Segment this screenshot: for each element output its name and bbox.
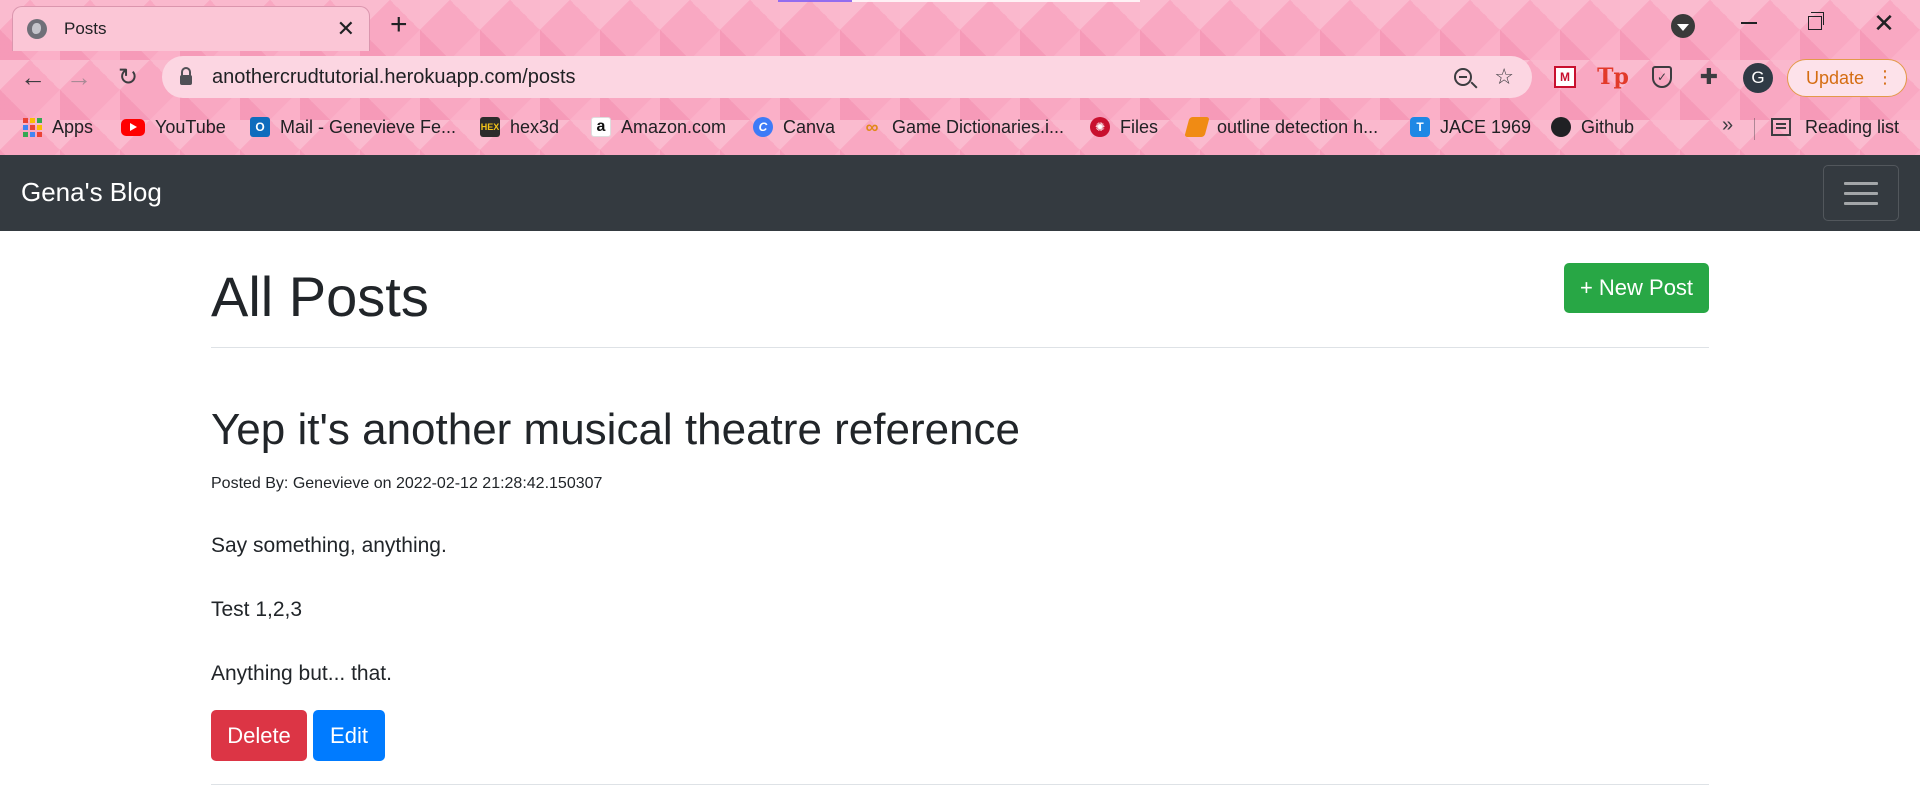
outline-detection-icon (1184, 117, 1210, 137)
extensions-puzzle-icon[interactable]: ✚ (1694, 62, 1724, 92)
bookmarks-divider (1754, 118, 1755, 140)
delete-post-button[interactable]: Delete (211, 710, 307, 761)
window-minimize-button[interactable] (1734, 8, 1764, 38)
post-body-line: Test 1,2,3 (211, 598, 303, 621)
bookmarks-overflow-chevron-icon[interactable]: » (1722, 114, 1733, 137)
youtube-icon (121, 118, 145, 136)
outlook-icon: O (250, 117, 270, 137)
browser-chrome: Posts ✕ + ✕ ← → ↻ anothercrudtutorial.he… (0, 0, 1920, 155)
lock-icon[interactable] (180, 67, 192, 85)
reload-icon[interactable]: ↻ (113, 62, 143, 92)
update-button[interactable]: Update ⋮ (1787, 59, 1907, 97)
bookmark-hex3d[interactable]: HEX hex3d (480, 114, 559, 140)
bookmark-amazon[interactable]: a Amazon.com (591, 114, 726, 140)
globe-icon (27, 19, 47, 39)
files-icon: ✺ (1090, 117, 1110, 137)
profile-avatar[interactable]: G (1743, 63, 1773, 93)
url-text[interactable]: anothercrudtutorial.herokuapp.com/posts (212, 66, 1454, 89)
update-label: Update (1806, 67, 1865, 88)
bookmark-apps[interactable]: Apps (22, 114, 93, 140)
bookmark-canva[interactable]: C Canva (753, 114, 835, 140)
zoom-out-icon[interactable] (1454, 68, 1473, 86)
shield-extension-icon[interactable]: ✓ (1647, 62, 1677, 92)
canva-icon: C (753, 117, 773, 137)
reading-list-button[interactable]: Reading list (1771, 114, 1899, 140)
tab-title: Posts (64, 19, 107, 38)
reading-list-icon (1771, 118, 1791, 136)
tp-extension-icon[interactable]: Tp (1597, 62, 1629, 92)
window-restore-button[interactable] (1800, 8, 1830, 38)
new-post-button[interactable]: + New Post (1564, 263, 1709, 313)
browser-toolbar: ← → ↻ anothercrudtutorial.herokuapp.com/… (0, 52, 1920, 102)
post-meta: Posted By: Genevieve on 2022-02-12 21:28… (211, 475, 603, 492)
bookmark-jace[interactable]: T JACE 1969 (1410, 114, 1531, 140)
divider (211, 784, 1709, 785)
bookmark-game-dictionaries[interactable]: ∞ Game Dictionaries.i... (862, 114, 1064, 140)
browser-tab-posts[interactable]: Posts ✕ (12, 6, 370, 51)
back-arrow-icon[interactable]: ← (18, 62, 48, 92)
page-title: All Posts (211, 265, 429, 328)
tab-close-icon[interactable]: ✕ (337, 18, 355, 40)
mcafee-extension-icon[interactable]: M (1550, 62, 1580, 92)
kebab-menu-icon[interactable]: ⋮ (1876, 68, 1894, 86)
navbar-toggle-menu-icon[interactable] (1823, 165, 1899, 221)
hex3d-icon: HEX (480, 117, 500, 137)
bookmark-youtube[interactable]: YouTube (121, 114, 226, 140)
post-body-line: Anything but... that. (211, 662, 392, 685)
bookmark-outline-detection[interactable]: outline detection h... (1184, 114, 1378, 140)
post-title: Yep it's another musical theatre referen… (211, 405, 1021, 454)
forward-arrow-icon[interactable]: → (64, 62, 94, 92)
amazon-icon: a (591, 117, 611, 137)
site-navbar: Gena's Blog (0, 155, 1920, 231)
apps-grid-icon (22, 117, 42, 137)
bookmark-files[interactable]: ✺ Files (1090, 114, 1158, 140)
divider (211, 347, 1709, 348)
edit-post-button[interactable]: Edit (313, 710, 385, 761)
game-dictionaries-icon: ∞ (865, 116, 879, 137)
jace-icon: T (1410, 117, 1430, 137)
new-tab-button[interactable]: + (390, 10, 408, 40)
chrome-profile-dropdown-icon[interactable] (1671, 14, 1695, 38)
page-load-bar-fill (778, 0, 852, 2)
bookmark-mail[interactable]: O Mail - Genevieve Fe... (250, 114, 456, 140)
bookmarks-bar: Apps YouTube O Mail - Genevieve Fe... HE… (0, 108, 1920, 144)
bookmark-github[interactable]: Github (1551, 114, 1634, 140)
github-icon (1551, 117, 1571, 137)
post-body-line: Say something, anything. (211, 534, 447, 557)
window-close-button[interactable]: ✕ (1869, 8, 1899, 38)
page-load-bar (778, 0, 1140, 2)
address-bar[interactable]: anothercrudtutorial.herokuapp.com/posts … (162, 56, 1532, 98)
site-brand[interactable]: Gena's Blog (21, 177, 162, 208)
bookmark-star-icon[interactable]: ☆ (1494, 64, 1514, 90)
